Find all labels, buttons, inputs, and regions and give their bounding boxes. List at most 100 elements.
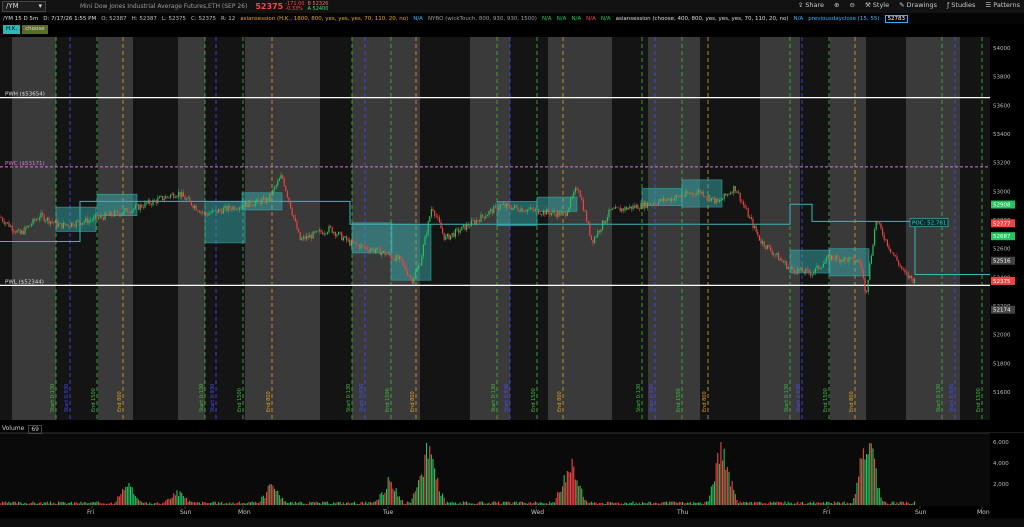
volume-bar [586, 500, 588, 505]
candle-body [262, 197, 264, 200]
study-previousdayclose[interactable]: previousdayclose (15, 55) [808, 16, 879, 22]
study-asiansession-hk[interactable]: asiansession (H.K., 1800, 800, yes, yes,… [240, 16, 408, 22]
candle-body [198, 211, 200, 213]
session-marker-label: End 800 [410, 391, 416, 412]
patterns-button[interactable]: ☰ Patterns [985, 1, 1020, 9]
hk-chip[interactable]: H.K. [3, 25, 21, 34]
volume-bar [613, 503, 615, 505]
candle-body [894, 255, 896, 257]
candle-body [277, 181, 279, 186]
volume-bar [789, 503, 791, 505]
timeframe-label[interactable]: /YM 15 D 5m [3, 16, 38, 22]
volume-bar [389, 480, 391, 505]
price-chart[interactable]: Start 0:130 Start 0:930 End 1500 End 800 Sta… [0, 0, 1024, 527]
volume-bar [130, 486, 132, 505]
candle-body [259, 200, 261, 205]
candle-body [182, 192, 184, 197]
choose-chip[interactable]: choose [22, 25, 48, 34]
candle-body [650, 204, 652, 205]
volume-bar [779, 501, 781, 505]
volume-bar [446, 501, 448, 505]
candle-body [266, 198, 268, 203]
candle-body [413, 278, 415, 284]
volume-bar [453, 502, 455, 505]
volume-bar [890, 503, 892, 505]
volume-bar [581, 488, 583, 505]
zoom-in-button[interactable]: ⊕ [834, 1, 839, 9]
candle-body [202, 211, 204, 213]
volume-bar [869, 443, 871, 505]
volume-bar [456, 503, 458, 505]
volume-bar [907, 502, 909, 505]
candle-body [141, 204, 143, 208]
study-nybo[interactable]: NYBO (wickTouch, 800, 930, 930, 1500) [428, 16, 537, 22]
volume-bar [678, 501, 680, 505]
volume-bar [125, 486, 127, 505]
volume-bar [29, 503, 31, 505]
candle-body [782, 260, 784, 263]
candle-body [312, 231, 314, 239]
volume-bar [499, 503, 501, 505]
candle-body [522, 208, 524, 212]
drawings-button[interactable]: ✎ Drawings [899, 1, 937, 9]
volume-bar [10, 503, 12, 505]
candle-body [461, 226, 463, 231]
candle-body [624, 207, 626, 211]
volume-bar [442, 493, 444, 505]
zoom-out-button[interactable]: ⊖ [849, 1, 854, 9]
volume-bar [518, 502, 520, 505]
candle-body [171, 193, 173, 195]
studies-button[interactable]: ƒ Studies [947, 1, 975, 9]
volume-bar [579, 485, 581, 505]
candle-body [317, 230, 319, 232]
day-label: Sun [180, 509, 192, 516]
candle-body [774, 254, 776, 255]
volume-bar [720, 442, 722, 505]
volume-bar [13, 501, 15, 505]
symbol-selector[interactable]: /YM ▾ [2, 1, 46, 12]
candle-body [734, 186, 736, 192]
volume-bar [550, 503, 552, 505]
candle-body [453, 233, 455, 237]
volume-bar [709, 495, 711, 505]
volume-bar [643, 503, 645, 505]
candle-body [888, 246, 890, 249]
candle-body [875, 221, 877, 230]
session-shade [800, 37, 830, 420]
price-axis-background [990, 37, 1024, 420]
share-button[interactable]: ⇪ Share [798, 1, 824, 9]
candle-body [304, 236, 306, 240]
candle-body [634, 205, 636, 208]
session-marker-label: Start 0:130 [784, 384, 790, 412]
price-badge [991, 219, 1015, 228]
price-badge [991, 256, 1015, 265]
volume-bar [298, 502, 300, 505]
candle-body [610, 209, 612, 211]
style-button[interactable]: ⚒ Style [865, 1, 889, 9]
volume-bar [610, 502, 612, 505]
volume-bar [342, 502, 344, 505]
volume-bar [690, 501, 692, 505]
candle-body [22, 230, 24, 235]
volume-bar [662, 502, 664, 505]
day-label: Mon [238, 509, 251, 516]
candle-body [611, 208, 613, 210]
candle-body [218, 209, 220, 213]
volume-bar [243, 503, 245, 505]
candle-body [184, 196, 186, 200]
candle-body [578, 190, 580, 191]
volume-bar [472, 503, 474, 505]
candle-body [664, 198, 666, 201]
volume-bar [587, 502, 589, 505]
candle-body [37, 219, 39, 221]
candle-body [450, 235, 452, 240]
study-asiansession-choose[interactable]: asiansession (choose, 400, 800, yes, yes… [616, 16, 789, 22]
candle-body [443, 232, 445, 240]
candle-body [74, 226, 76, 227]
volume-bar [525, 502, 527, 505]
instrument-description: Mini Dow Jones Industrial Average Future… [80, 3, 248, 10]
volume-bar [850, 503, 852, 505]
volume-bar [842, 502, 844, 505]
candle-body [85, 217, 87, 222]
volume-bar [26, 503, 28, 505]
